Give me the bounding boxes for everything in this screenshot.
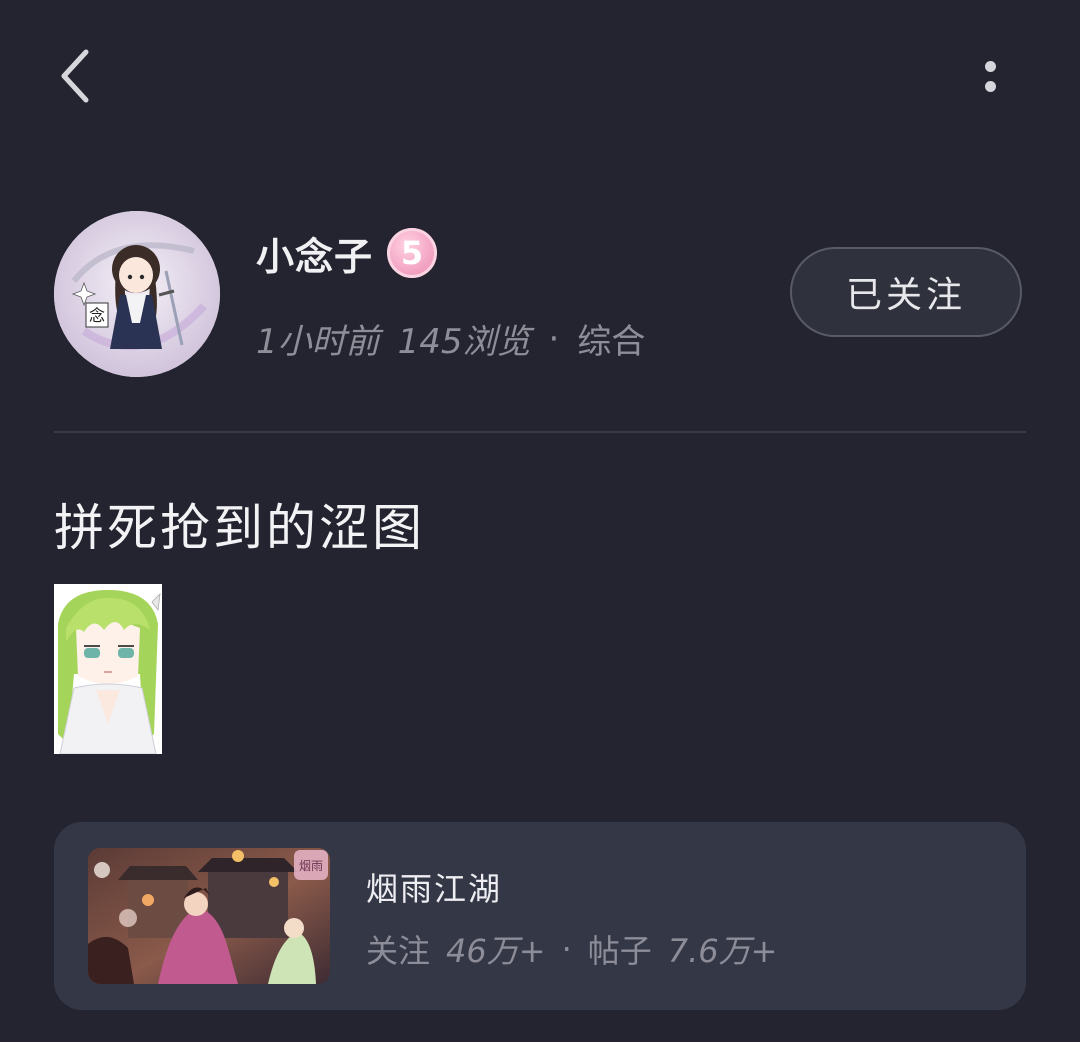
forum-thumbnail: 烟雨 [88, 848, 330, 984]
forum-posts-count: 7.6万+ [667, 932, 778, 970]
post-views: 145浏览 [397, 322, 531, 362]
more-vertical-icon [984, 60, 996, 72]
more-dot [984, 80, 996, 92]
post-detail-page: 念 小念子 5 1小时前 145浏览 · 综合 已关注 拼死抢到的涩图 烟雨 烟… [0, 0, 1080, 1042]
forum-stats-separator: · [561, 930, 572, 968]
more-options-button[interactable] [960, 48, 1020, 104]
post-image-illustration [54, 584, 162, 754]
forum-thumb-text: 烟雨 [299, 859, 323, 873]
post-title: 拼死抢到的涩图 [54, 499, 425, 557]
chevron-left-icon [61, 49, 89, 103]
author-name-row: 小念子 5 [256, 224, 438, 282]
post-time: 1小时前 [256, 322, 380, 362]
forum-followers-count: 46万+ [446, 932, 546, 970]
forum-followers-label: 关注 [366, 932, 431, 970]
forum-stats: 关注 46万+ · 帖子 7.6万+ [366, 926, 777, 972]
avatar-illustration: 念 [54, 211, 220, 377]
forum-posts-label: 帖子 [587, 932, 652, 970]
forum-card[interactable]: 烟雨 烟雨江湖 关注 46万+ · 帖子 7.6万+ [54, 822, 1026, 1010]
divider [54, 431, 1026, 433]
level-badge: 5 [387, 228, 438, 278]
post-image[interactable] [54, 584, 162, 754]
author-name[interactable]: 小念子 [256, 226, 373, 281]
avatar-seal-text: 念 [89, 306, 105, 325]
meta-separator: · [548, 318, 560, 359]
forum-name: 烟雨江湖 [366, 870, 503, 908]
follow-button[interactable]: 已关注 [790, 247, 1022, 337]
forum-thumbnail-illustration: 烟雨 [88, 848, 330, 984]
post-meta: 1小时前 145浏览 · 综合 [256, 314, 645, 363]
avatar[interactable]: 念 [54, 211, 220, 377]
post-category[interactable]: 综合 [577, 314, 645, 363]
back-button[interactable] [48, 40, 100, 112]
